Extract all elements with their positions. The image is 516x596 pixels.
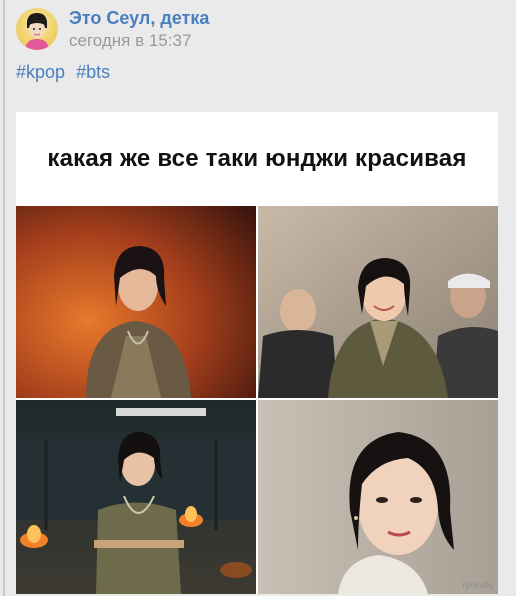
- post-timestamp[interactable]: сегодня в 15:37: [69, 31, 191, 51]
- post: Это Сеул, детка сегодня в 15:37 #kpop #b…: [0, 0, 516, 596]
- photo-night-torches[interactable]: [16, 400, 256, 594]
- avatar[interactable]: [16, 8, 58, 50]
- photo-street-smile[interactable]: [258, 206, 498, 398]
- image-caption: какая же все таки юнджи красивая: [47, 145, 467, 172]
- hashtags: #kpop #bts: [16, 62, 116, 83]
- hashtag-bts[interactable]: #bts: [76, 62, 110, 82]
- avatar-cartoon-icon: [25, 13, 49, 50]
- watermark: lyricsby: [462, 581, 494, 590]
- photo-closeup-portrait[interactable]: lyricsby: [258, 400, 498, 594]
- hashtag-kpop[interactable]: #kpop: [16, 62, 65, 82]
- photo-fire-background[interactable]: [16, 206, 256, 398]
- post-image[interactable]: какая же все таки юнджи красивая lyricsb…: [16, 112, 498, 594]
- author-name[interactable]: Это Сеул, детка: [69, 8, 209, 29]
